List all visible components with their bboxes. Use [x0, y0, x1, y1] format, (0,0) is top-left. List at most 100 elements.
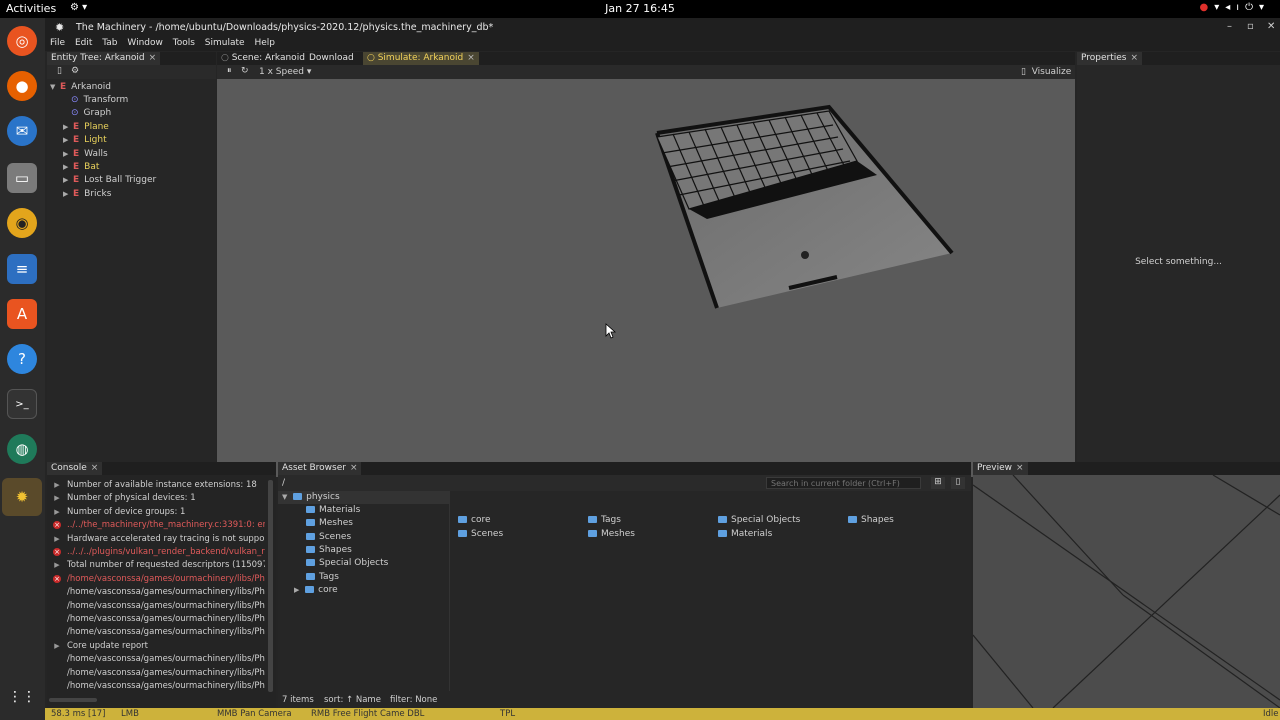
sort-control[interactable]: sort: ↑ Name: [324, 695, 381, 705]
grid-folder-core[interactable]: core: [458, 515, 491, 525]
console-row[interactable]: /home/vasconssa/games/ourmachinery/libs/…: [47, 681, 265, 694]
tree-row-root[interactable]: ▼ E Arkanoid: [50, 82, 111, 95]
close-tab-icon[interactable]: ×: [350, 463, 358, 473]
tab-simulate[interactable]: ○ Simulate: Arkanoid ×: [363, 52, 479, 65]
grid-folder-meshes[interactable]: Meshes: [588, 529, 635, 539]
rhythmbox-icon[interactable]: ◉: [7, 208, 37, 238]
clock[interactable]: Jan 27 16:45: [605, 2, 675, 15]
tree-folder-scenes[interactable]: Scenes: [306, 532, 351, 542]
speed-dropdown[interactable]: 1 x Speed ▾: [259, 67, 311, 77]
globe-icon[interactable]: ◍: [7, 434, 37, 464]
console-row[interactable]: ▶ Number of device groups: 1: [47, 507, 265, 520]
tree-folder-shapes[interactable]: Shapes: [306, 545, 352, 555]
menu-window[interactable]: Window: [127, 38, 163, 48]
tab-entity-tree[interactable]: Entity Tree: Arkanoid ×: [47, 52, 161, 65]
console-row[interactable]: × ../../../plugins/vulkan_render_backend/…: [47, 547, 265, 560]
grid-folder-scenes[interactable]: Scenes: [458, 529, 503, 539]
preview-viewport[interactable]: [973, 475, 1280, 708]
activities-button[interactable]: Activities: [6, 2, 56, 15]
tree-row-graph[interactable]: ⊙ Graph: [71, 108, 111, 121]
tree-row-bricks[interactable]: ▶ E Bricks: [63, 189, 111, 202]
grid-folder-shapes[interactable]: Shapes: [848, 515, 894, 525]
list-view-icon[interactable]: ▯: [951, 477, 965, 489]
tree-folder-materials[interactable]: Materials: [306, 505, 360, 515]
visualize-button[interactable]: ▯ Visualize: [1021, 67, 1071, 77]
console-scrollbar[interactable]: [268, 480, 273, 692]
maximize-button[interactable]: ▫: [1247, 21, 1254, 32]
grid-folder-tags[interactable]: Tags: [588, 515, 621, 525]
menu-help[interactable]: Help: [254, 38, 275, 48]
tab-download[interactable]: Download: [305, 52, 358, 65]
menu-tab[interactable]: Tab: [102, 38, 117, 48]
tree-row-lost-ball-trigger[interactable]: ▶ E Lost Ball Trigger: [63, 175, 156, 188]
expand-arrow-icon[interactable]: ▶: [47, 561, 67, 569]
console-row[interactable]: × ../../the_machinery/the_machinery.c:339…: [47, 520, 265, 533]
console-row[interactable]: ▶ Total number of requested descriptors (…: [47, 560, 265, 573]
tree-folder-meshes[interactable]: Meshes: [306, 518, 353, 528]
menu-edit[interactable]: Edit: [75, 38, 92, 48]
close-tab-icon[interactable]: ×: [1016, 463, 1024, 473]
show-apps-icon[interactable]: ⋮⋮: [7, 682, 37, 712]
help-icon[interactable]: ?: [7, 344, 37, 374]
tree-folder-core[interactable]: ▶ core: [294, 585, 338, 595]
firefox-icon[interactable]: ●: [7, 71, 37, 101]
tree-row-transform[interactable]: ⊙ Transform: [71, 95, 128, 108]
software-icon[interactable]: A: [7, 299, 37, 329]
pause-icon[interactable]: ⏸: [227, 66, 232, 76]
expand-arrow-icon[interactable]: ▶: [47, 481, 67, 489]
tab-asset-browser[interactable]: Asset Browser ×: [278, 462, 362, 475]
expand-arrow-icon[interactable]: ▶: [47, 508, 67, 516]
terminal-icon[interactable]: >_: [7, 389, 37, 419]
tree-row-walls[interactable]: ▶ E Walls: [63, 149, 108, 162]
system-tray[interactable]: ●▾◂ı⏻▾: [1199, 2, 1270, 13]
close-tab-icon[interactable]: ×: [91, 463, 99, 473]
writer-icon[interactable]: ≡: [7, 254, 37, 284]
tree-row-plane[interactable]: ▶ E Plane: [63, 122, 109, 135]
expand-arrow-icon[interactable]: ▶: [47, 494, 67, 502]
menu-simulate[interactable]: Simulate: [205, 38, 245, 48]
minimize-button[interactable]: –: [1227, 21, 1232, 32]
restart-icon[interactable]: ↻: [241, 66, 249, 76]
grid-folder-materials[interactable]: Materials: [718, 529, 772, 539]
tab-preview[interactable]: Preview ×: [973, 462, 1028, 475]
console-row[interactable]: ▶ Core update report: [47, 641, 265, 654]
tree-row-light[interactable]: ▶ E Light: [63, 135, 107, 148]
console-row[interactable]: /home/vasconssa/games/ourmachinery/libs/…: [47, 627, 265, 640]
console-row[interactable]: /home/vasconssa/games/ourmachinery/libs/…: [47, 601, 265, 614]
grid-view-icon[interactable]: ⊞: [931, 477, 945, 489]
asset-search-input[interactable]: [766, 477, 921, 489]
expand-arrow-icon[interactable]: ▶: [47, 535, 67, 543]
console-row[interactable]: /home/vasconssa/games/ourmachinery/libs/…: [47, 614, 265, 627]
tab-console[interactable]: Console ×: [47, 462, 103, 475]
toggle-icon[interactable]: ▯: [57, 66, 62, 76]
expand-arrow-icon[interactable]: ▶: [47, 642, 67, 650]
asset-path[interactable]: /: [282, 478, 285, 488]
menu-tools[interactable]: Tools: [173, 38, 195, 48]
filter-control[interactable]: filter: None: [390, 695, 437, 705]
tab-properties[interactable]: Properties ×: [1077, 52, 1143, 65]
the-machinery-icon[interactable]: ✹: [2, 478, 42, 516]
close-window-button[interactable]: ✕: [1267, 21, 1275, 32]
console-row[interactable]: ▶ Number of available instance extensions…: [47, 480, 265, 493]
tree-folder-special-objects[interactable]: Special Objects: [306, 558, 388, 568]
console-row[interactable]: × /home/vasconssa/games/ourmachinery/libs…: [47, 574, 265, 587]
ubuntu-icon[interactable]: ◎: [7, 26, 37, 56]
console-row[interactable]: ▶ Number of physical devices: 1: [47, 493, 265, 506]
tab-scene[interactable]: ○ Scene: Arkanoid: [217, 52, 309, 65]
console-row[interactable]: ▶ Hardware accelerated ray tracing is not…: [47, 534, 265, 547]
console-row[interactable]: /home/vasconssa/games/ourmachinery/libs/…: [47, 668, 265, 681]
console-hscrollbar[interactable]: [49, 698, 97, 702]
console-row[interactable]: /home/vasconssa/games/ourmachinery/libs/…: [47, 587, 265, 600]
settings-icon[interactable]: ⚙: [71, 66, 79, 76]
tree-folder-physics[interactable]: ▼ physics: [278, 491, 450, 504]
files-icon[interactable]: ▭: [7, 163, 37, 193]
3d-viewport[interactable]: [217, 79, 1075, 477]
console-row[interactable]: /home/vasconssa/games/ourmachinery/libs/…: [47, 654, 265, 667]
menu-file[interactable]: File: [50, 38, 65, 48]
grid-folder-special-objects[interactable]: Special Objects: [718, 515, 800, 525]
close-tab-icon[interactable]: ×: [1130, 53, 1138, 63]
tree-row-bat[interactable]: ▶ E Bat: [63, 162, 99, 175]
thunderbird-icon[interactable]: ✉: [7, 116, 37, 146]
tree-folder-tags[interactable]: Tags: [306, 572, 339, 582]
app-menu-button[interactable]: ⚙ ▾: [70, 2, 87, 13]
